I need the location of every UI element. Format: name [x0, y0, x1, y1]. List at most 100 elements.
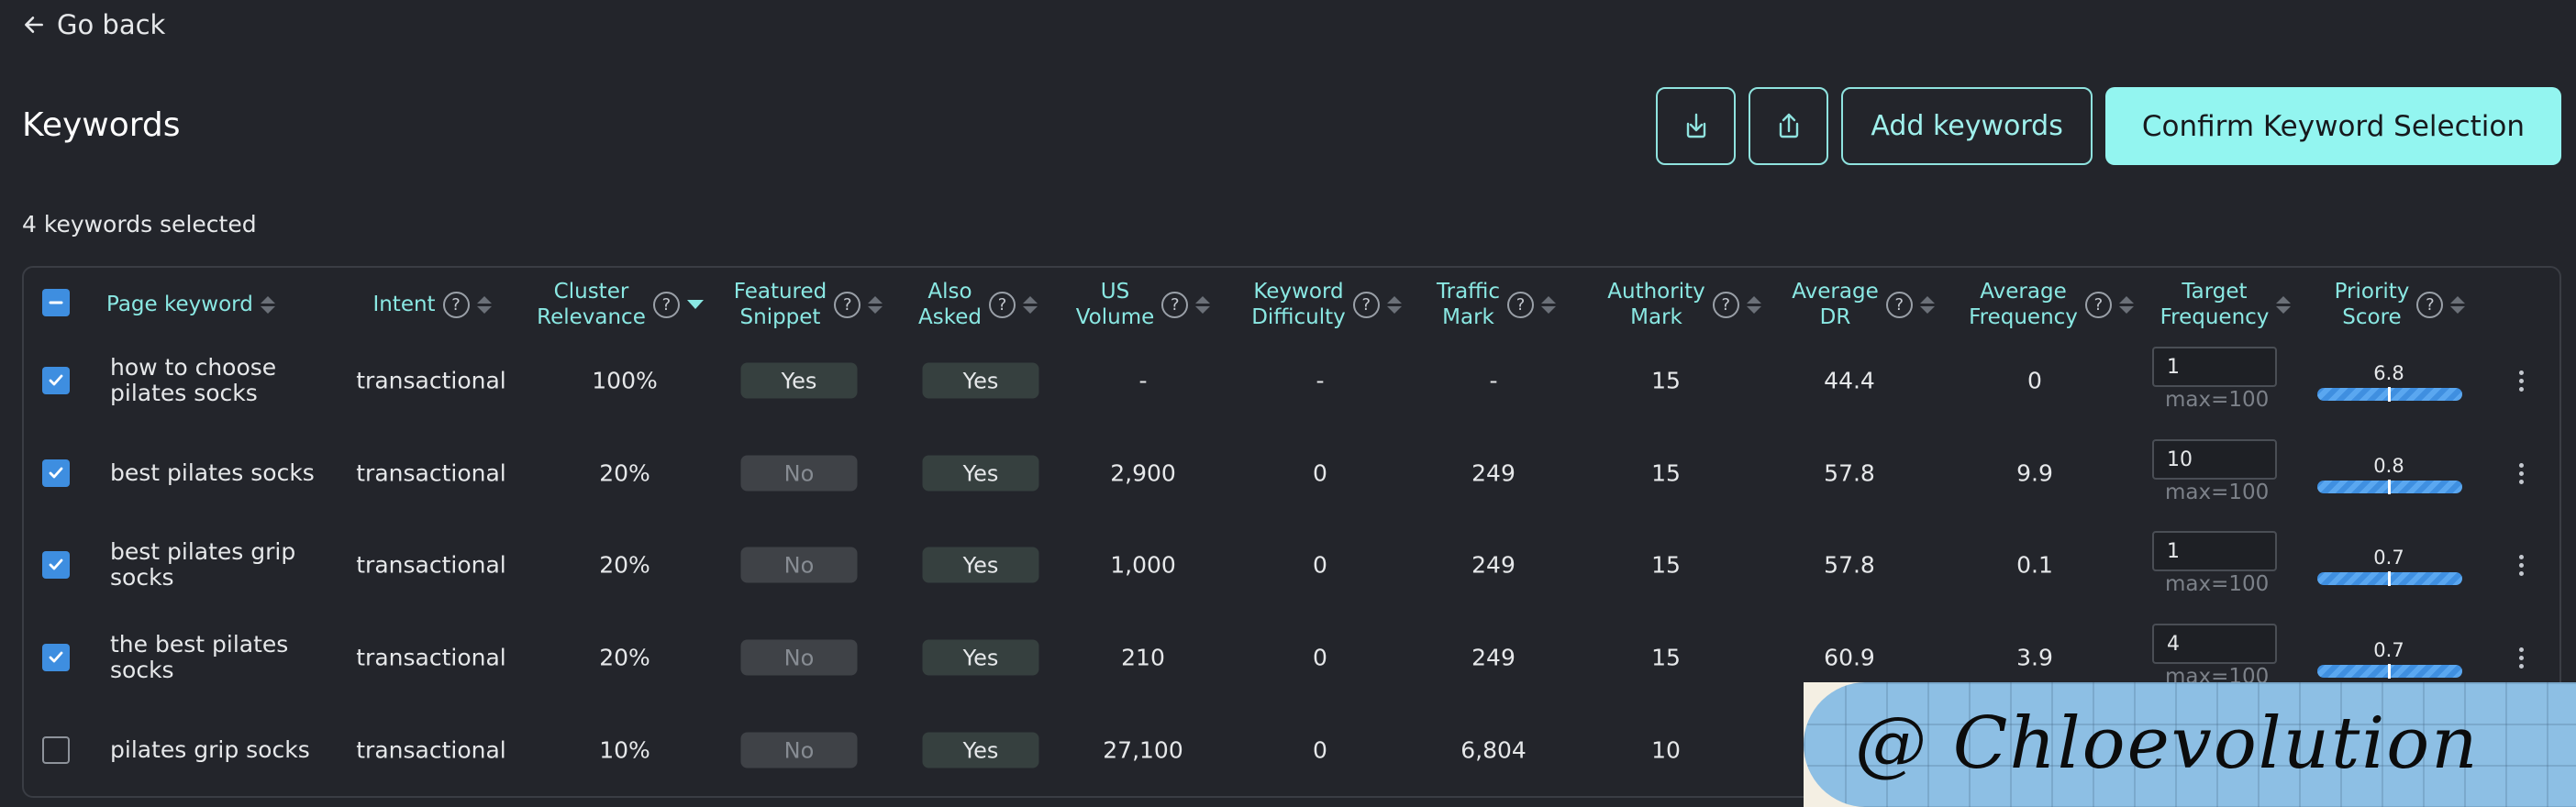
also-asked-badge: Yes	[922, 362, 1039, 399]
column-label-line: Average	[1792, 280, 1879, 304]
column-label-line: Snippet	[739, 305, 821, 329]
toolbar: Add keywords Confirm Keyword Selection	[1656, 87, 2561, 165]
us-volume-value: 1,000	[1110, 551, 1176, 579]
more-options-icon[interactable]	[2519, 555, 2524, 576]
column-header-authority-mark[interactable]: Authority Mark?	[1579, 277, 1790, 332]
sort-icon[interactable]	[1541, 295, 1557, 314]
target-frequency-input[interactable]	[2152, 439, 2277, 480]
more-options-icon[interactable]	[2519, 647, 2524, 669]
sort-icon[interactable]	[2276, 295, 2292, 314]
sort-desc-active-icon[interactable]	[686, 300, 704, 309]
row-checkbox[interactable]	[42, 459, 70, 487]
sort-arrow-up	[2276, 295, 2292, 304]
download-icon	[1686, 113, 1706, 138]
checkmark-icon	[49, 467, 63, 479]
intent-value: transactional	[356, 551, 506, 579]
average-dr-value: 57.8	[1824, 459, 1875, 487]
keyword-difficulty-value: -	[1316, 367, 1325, 394]
column-header-also-asked[interactable]: Also Asked?	[886, 277, 1070, 332]
average-frequency-value: 0.1	[2016, 551, 2053, 579]
sort-icon[interactable]	[260, 295, 275, 314]
target-frequency-input[interactable]	[2152, 347, 2277, 387]
sort-icon[interactable]	[1022, 295, 1038, 314]
sort-icon[interactable]	[1746, 295, 1761, 314]
column-header-us-volume[interactable]: US Volume?	[1051, 277, 1235, 332]
sort-icon[interactable]	[1195, 295, 1211, 314]
column-header-featured-snippet[interactable]: Featured Snippet?	[707, 277, 909, 332]
help-icon[interactable]: ?	[442, 291, 470, 318]
priority-score-marker	[2388, 664, 2391, 679]
cluster-relevance-value: 20%	[599, 644, 650, 671]
help-icon[interactable]: ?	[1352, 291, 1380, 318]
page-keyword: the best pilates socks	[110, 631, 289, 683]
sort-arrow-down	[2450, 305, 2466, 314]
sort-icon[interactable]	[1386, 295, 1402, 314]
sort-arrow-down	[476, 305, 492, 314]
help-icon[interactable]: ?	[1712, 291, 1739, 318]
column-header-page-keyword[interactable]: Page keyword	[106, 277, 290, 332]
help-icon[interactable]: ?	[988, 291, 1016, 318]
dot	[2519, 656, 2524, 660]
dot	[2519, 370, 2524, 375]
column-header-intent[interactable]: Intent?	[340, 277, 524, 332]
sort-arrow-down	[2118, 305, 2134, 314]
help-icon[interactable]: ?	[1507, 291, 1535, 318]
column-label: Target Frequency	[2160, 279, 2270, 330]
traffic-mark-value: 6,804	[1460, 736, 1527, 764]
featured-snippet-badge: No	[740, 455, 858, 492]
dot	[2519, 571, 2524, 576]
also-asked-badge: Yes	[922, 455, 1039, 492]
help-icon[interactable]: ?	[2084, 291, 2112, 318]
row-checkbox[interactable]	[42, 644, 70, 671]
help-icon[interactable]: ?	[834, 291, 861, 318]
sort-arrow-up	[1195, 295, 1211, 304]
share-icon	[1779, 113, 1799, 138]
download-button[interactable]	[1656, 87, 1737, 165]
more-options-icon[interactable]	[2519, 463, 2524, 484]
average-dr-value: 60.9	[1824, 644, 1875, 671]
priority-score-marker	[2388, 571, 2391, 586]
target-frequency-input[interactable]	[2152, 624, 2277, 664]
sort-arrow-down	[1386, 305, 1402, 314]
help-icon[interactable]: ?	[1161, 291, 1189, 318]
column-label-line: Also	[927, 280, 972, 304]
column-header-cluster-relevance[interactable]: Cluster Relevance?	[510, 277, 730, 332]
row-checkbox[interactable]	[42, 551, 70, 579]
row-checkbox[interactable]	[42, 367, 70, 394]
target-frequency-max: max=100	[2165, 572, 2270, 596]
share-button[interactable]	[1749, 87, 1829, 165]
sort-icon[interactable]	[2450, 295, 2466, 314]
column-header-average-frequency[interactable]: Average Frequency?	[1941, 277, 2161, 332]
column-header-traffic-mark[interactable]: Traffic Mark?	[1405, 277, 1588, 332]
more-options-icon[interactable]	[2519, 370, 2524, 392]
cluster-relevance-value: 20%	[599, 459, 650, 487]
sort-icon[interactable]	[2118, 295, 2134, 314]
help-icon[interactable]: ?	[1885, 291, 1913, 318]
column-label-line: Authority	[1607, 280, 1705, 304]
authority-mark-value: 15	[1651, 551, 1681, 579]
cluster-relevance-value: 100%	[592, 367, 658, 394]
target-frequency-input[interactable]	[2152, 531, 2277, 571]
selected-count: 4 keywords selected	[22, 211, 257, 238]
select-all-checkbox[interactable]	[42, 289, 70, 316]
minus-icon	[49, 301, 63, 304]
row-checkbox[interactable]	[42, 736, 70, 764]
add-keywords-button[interactable]: Add keywords	[1841, 87, 2093, 165]
authority-mark-value: 15	[1651, 367, 1681, 394]
sort-icon[interactable]	[1919, 295, 1935, 314]
sort-icon[interactable]	[868, 295, 883, 314]
sort-icon[interactable]	[476, 295, 492, 314]
column-header-priority-score[interactable]: Priority Score?	[2290, 277, 2510, 332]
sort-arrow-up	[868, 295, 883, 304]
dot	[2519, 463, 2524, 468]
column-label-line: Frequency	[1969, 305, 2078, 329]
go-back-link[interactable]: Go back	[22, 9, 165, 40]
confirm-keyword-selection-button[interactable]: Confirm Keyword Selection	[2104, 87, 2561, 165]
help-icon[interactable]: ?	[652, 291, 680, 318]
column-header-average-dr[interactable]: Average DR?	[1762, 277, 1964, 332]
dot	[2519, 387, 2524, 392]
help-icon[interactable]: ?	[2416, 291, 2444, 318]
column-header-keyword-difficulty[interactable]: Keyword Difficulty?	[1221, 277, 1432, 332]
column-label: Intent	[372, 293, 436, 316]
intent-value: transactional	[356, 367, 506, 394]
